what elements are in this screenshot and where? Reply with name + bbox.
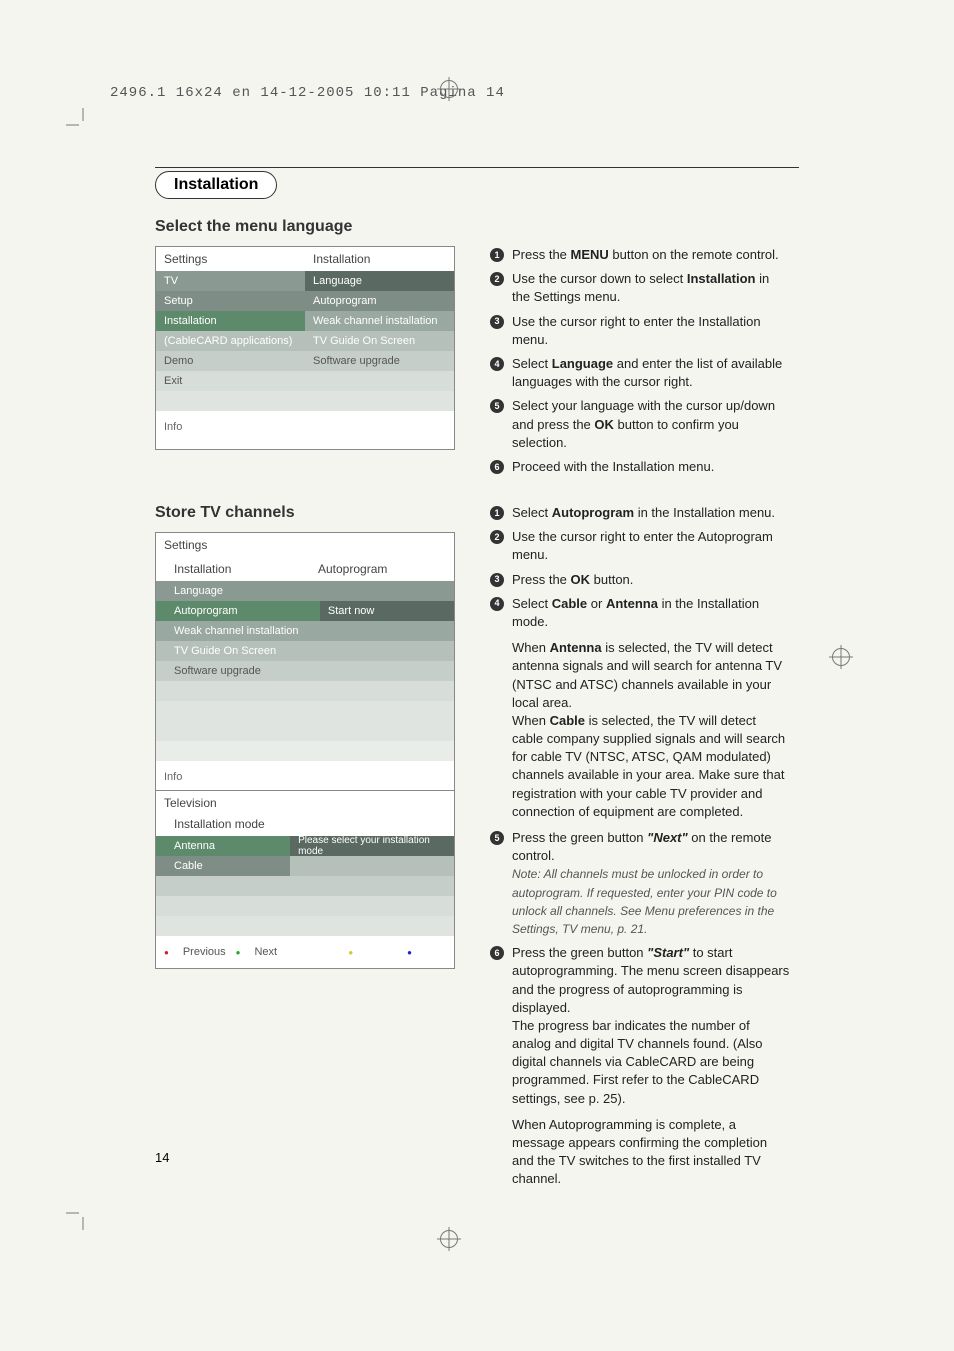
- step: 4Select Cable or Antenna in the Installa…: [490, 595, 790, 631]
- menu-item: [305, 371, 454, 391]
- menu-panel-autoprogram: Settings Installation Autoprogram Langua…: [155, 532, 455, 800]
- menu-item: [290, 916, 454, 936]
- menu-item: [320, 741, 454, 761]
- step-number-icon: 1: [490, 248, 504, 262]
- section-title-pill: Installation: [155, 171, 277, 199]
- menu-item[interactable]: Start now: [320, 601, 454, 621]
- instructions-store-channels: 1Select Autoprogram in the Installation …: [490, 504, 790, 1197]
- menu-item[interactable]: Language: [305, 271, 454, 291]
- step-number-icon: 3: [490, 315, 504, 329]
- menu-item[interactable]: Language: [156, 581, 320, 601]
- panel3-footer: Previous Next: [156, 936, 454, 968]
- step-number-icon: 4: [490, 357, 504, 371]
- menu-item: [320, 701, 454, 721]
- menu-item[interactable]: Exit: [156, 371, 305, 391]
- menu-item: [320, 621, 454, 641]
- menu-item[interactable]: Software upgrade: [305, 351, 454, 371]
- panel3-title: Television: [156, 791, 454, 815]
- menu-item: [320, 721, 454, 741]
- menu-item-selected[interactable]: Autoprogram: [156, 601, 320, 621]
- menu-item: [320, 661, 454, 681]
- menu-item[interactable]: Weak channel installation: [156, 621, 320, 641]
- menu-item: [156, 681, 320, 701]
- red-dot-icon: [164, 946, 173, 958]
- menu-item-selected[interactable]: Antenna: [156, 836, 290, 856]
- step: 6Press the green button "Start" to start…: [490, 944, 790, 1108]
- menu-item: [156, 701, 320, 721]
- step-number-icon: 2: [490, 530, 504, 544]
- step: 3Use the cursor right to enter the Insta…: [490, 313, 790, 349]
- menu-item: [290, 876, 454, 896]
- menu-item[interactable]: TV Guide On Screen: [305, 331, 454, 351]
- menu-item: [156, 916, 290, 936]
- menu-item: [156, 391, 305, 411]
- page-rule: [155, 167, 799, 168]
- step: 1Press the MENU button on the remote con…: [490, 246, 790, 264]
- menu-item[interactable]: Demo: [156, 351, 305, 371]
- green-dot-icon: [236, 946, 245, 958]
- crop-mark-tl: [66, 108, 100, 142]
- info-complete: When Autoprogramming is complete, a mess…: [512, 1116, 790, 1189]
- menu-item: [305, 391, 454, 411]
- info-antenna: When Antenna is selected, the TV will de…: [512, 639, 790, 821]
- step: 2Use the cursor right to enter the Autop…: [490, 528, 790, 564]
- next-label[interactable]: Next: [254, 946, 277, 958]
- step-number-icon: 1: [490, 506, 504, 520]
- crop-mark-bl: [66, 1196, 100, 1230]
- panel1-title-left: Settings: [156, 247, 305, 271]
- menu-item[interactable]: Cable: [156, 856, 290, 876]
- registration-mark-top: [440, 80, 458, 98]
- menu-item: [320, 641, 454, 661]
- registration-mark-bottom: [440, 1230, 458, 1248]
- step-number-icon: 5: [490, 831, 504, 845]
- instructions-select-language: 1Press the MENU button on the remote con…: [490, 246, 790, 482]
- heading-select-language: Select the menu language: [155, 218, 352, 236]
- menu-item[interactable]: Weak channel installation: [305, 311, 454, 331]
- panel1-title-right: Installation: [305, 247, 454, 271]
- menu-item[interactable]: TV: [156, 271, 305, 291]
- menu-item: [156, 741, 320, 761]
- panel2-title: Settings: [156, 533, 454, 557]
- step: 5Select your language with the cursor up…: [490, 397, 790, 452]
- menu-item: [320, 681, 454, 701]
- menu-item[interactable]: Software upgrade: [156, 661, 320, 681]
- menu-item: [290, 896, 454, 916]
- step-number-icon: 3: [490, 573, 504, 587]
- panel1-info: Info: [156, 411, 454, 449]
- menu-item[interactable]: Autoprogram: [305, 291, 454, 311]
- step-number-icon: 2: [490, 272, 504, 286]
- menu-panel-installation-mode: Television Installation mode Antenna Cab…: [155, 790, 455, 969]
- menu-panel-settings-installation: Settings Installation TV Setup Installat…: [155, 246, 455, 450]
- menu-item[interactable]: TV Guide On Screen: [156, 641, 320, 661]
- menu-item[interactable]: (CableCARD applications): [156, 331, 305, 351]
- yellow-dot-icon: [348, 946, 357, 958]
- step: 6Proceed with the Installation menu.: [490, 458, 790, 476]
- step-number-icon: 6: [490, 946, 504, 960]
- blue-dot-icon: [407, 946, 416, 958]
- panel2-title-right: Autoprogram: [310, 557, 454, 581]
- page-number: 14: [155, 1150, 169, 1165]
- menu-item: [320, 581, 454, 601]
- step: 4Select Language and enter the list of a…: [490, 355, 790, 391]
- menu-item: [156, 721, 320, 741]
- menu-item[interactable]: Setup: [156, 291, 305, 311]
- step-number-icon: 4: [490, 597, 504, 611]
- menu-item-selected[interactable]: Installation: [156, 311, 305, 331]
- registration-mark-right: [832, 648, 850, 666]
- step: 2Use the cursor down to select Installat…: [490, 270, 790, 306]
- step: 3Press the OK button.: [490, 571, 790, 589]
- heading-store-channels: Store TV channels: [155, 504, 295, 522]
- previous-label[interactable]: Previous: [183, 946, 226, 958]
- menu-item: [290, 856, 454, 876]
- step: 1Select Autoprogram in the Installation …: [490, 504, 790, 522]
- step: 5Press the green button "Next" on the re…: [490, 829, 790, 938]
- menu-item: [156, 876, 290, 896]
- panel3-sub: Installation mode: [156, 815, 454, 836]
- step-number-icon: 6: [490, 460, 504, 474]
- menu-hint: Please select your installation mode: [290, 836, 454, 856]
- step-number-icon: 5: [490, 399, 504, 413]
- menu-item: [156, 896, 290, 916]
- note: Note: All channels must be unlocked in o…: [512, 867, 777, 936]
- panel2-sub-left: Installation: [156, 557, 310, 581]
